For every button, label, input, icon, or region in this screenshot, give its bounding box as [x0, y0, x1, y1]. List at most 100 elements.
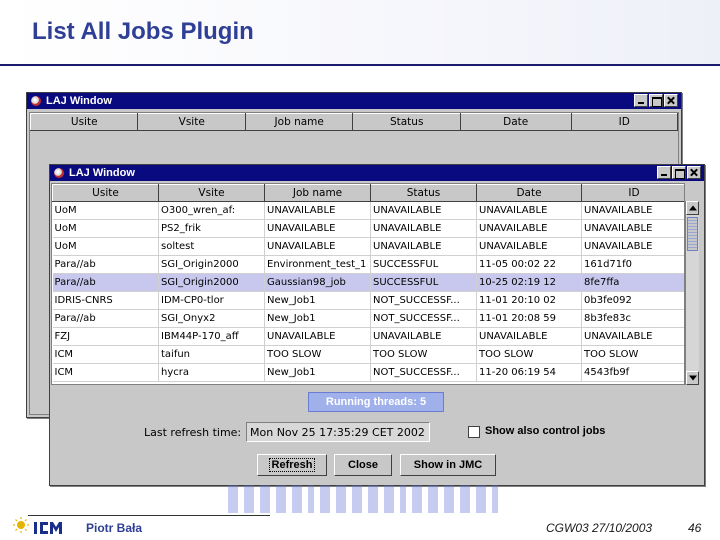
scroll-down-icon[interactable] [686, 371, 699, 385]
table-row[interactable]: FZJ IBM44P-170_aff UNAVAILABLE UNAVAILABLE U… [52, 327, 684, 346]
table-cell: New_Job1 [264, 291, 371, 310]
table-row[interactable]: IDRIS-CNRS IDM-CP0-tlor New_Job1 NOT_SUCCES… [52, 291, 684, 310]
table-header-row: Usite Vsite Job name Status Date ID [52, 184, 684, 202]
table-cell: UNAVAILABLE [476, 237, 582, 256]
column-header-id[interactable]: ID [581, 184, 684, 202]
column-header-usite[interactable]: Usite [30, 113, 139, 131]
table-row[interactable]: UoM PS2_frik UNAVAILABLE UNAVAILABLE UNAVAIL… [52, 219, 684, 238]
footer-conference: CGW03 27/10/2003 [546, 521, 653, 535]
table-cell: 161d71f0 [581, 255, 684, 274]
table-cell: 11-05 00:02 22 [476, 255, 582, 274]
window-titlebar[interactable]: LAJ Window [27, 93, 681, 109]
maximize-icon[interactable] [672, 166, 686, 179]
scroll-thumb[interactable] [687, 217, 698, 251]
table-row[interactable]: UoM soltest UNAVAILABLE UNAVAILABLE UNAVAILA… [52, 237, 684, 256]
scroll-up-icon[interactable] [686, 201, 699, 215]
table-cell: NOT_SUCCESSF... [370, 291, 477, 310]
window-titlebar[interactable]: LAJ Window [50, 165, 704, 181]
minimize-icon[interactable] [634, 94, 648, 107]
table-cell: FZJ [52, 327, 159, 346]
jobs-table: Usite Vsite Job name Status Date ID UoM O… [51, 183, 685, 385]
table-cell: NOT_SUCCESSF... [370, 363, 477, 382]
table-cell: TOO SLOW [264, 345, 371, 364]
table-cell: SGI_Onyx2 [158, 309, 265, 328]
table-cell: 4543fb9f [581, 363, 684, 382]
show-control-jobs-label[interactable]: Show also control jobs [485, 425, 605, 437]
table-cell: UNAVAILABLE [264, 237, 371, 256]
window-title: LAJ Window [69, 167, 135, 179]
table-cell: TOO SLOW [581, 345, 684, 364]
show-control-jobs-checkbox[interactable] [468, 426, 480, 438]
column-header-usite[interactable]: Usite [52, 184, 159, 202]
table-row[interactable]: ICM hycra New_Job1 NOT_SUCCESSF... 11-20 06:… [52, 363, 684, 382]
table-row[interactable]: Para//ab SGI_Onyx2 New_Job1 NOT_SUCCESSF...… [52, 309, 684, 328]
minimize-icon[interactable] [657, 166, 671, 179]
column-header-status[interactable]: Status [352, 113, 461, 131]
table-cell: IDM-CP0-tlor [158, 291, 265, 310]
table-cell: taifun [158, 345, 265, 364]
table-cell: ICM [52, 363, 159, 382]
table-cell: SGI_Origin2000 [158, 273, 265, 292]
running-threads-indicator: Running threads: 5 [308, 392, 444, 412]
table-cell: soltest [158, 237, 265, 256]
background-watermark [228, 485, 498, 513]
table-cell: Para//ab [52, 255, 159, 274]
table-cell: UNAVAILABLE [476, 327, 582, 346]
table-cell: UNAVAILABLE [264, 327, 371, 346]
table-cell: 10-25 02:19 12 [476, 273, 582, 292]
table-cell: hycra [158, 363, 265, 382]
table-cell: New_Job1 [264, 363, 371, 382]
table-cell: UNAVAILABLE [264, 201, 371, 220]
close-icon[interactable] [664, 94, 678, 107]
table-row[interactable]: Para//ab SGI_Origin2000 Environment_test_1… [52, 255, 684, 274]
last-refresh-field: Mon Nov 25 17:35:29 CET 2002 [246, 422, 430, 442]
page-number: 46 [688, 521, 702, 535]
column-header-job-name[interactable]: Job name [244, 113, 354, 131]
table-cell: UNAVAILABLE [581, 237, 684, 256]
table-cell: 11-01 20:10 02 [476, 291, 582, 310]
table-header-row: Usite Vsite Job name Status Date ID [30, 113, 678, 131]
table-row[interactable]: ICM taifun TOO SLOW TOO SLOW TOO SLOW TOO SLO… [52, 345, 684, 364]
table-cell: 0b3fe092 [581, 291, 684, 310]
close-button-label: Close [348, 459, 378, 471]
column-header-vsite[interactable]: Vsite [137, 113, 246, 131]
column-header-job-name[interactable]: Job name [264, 184, 371, 202]
show-in-jmc-button-label: Show in JMC [413, 459, 483, 471]
table-scrollbar[interactable] [685, 201, 699, 385]
table-cell: IBM44P-170_aff [158, 327, 265, 346]
table-cell: UNAVAILABLE [370, 201, 477, 220]
table-cell: UNAVAILABLE [370, 327, 477, 346]
table-cell: UNAVAILABLE [476, 201, 582, 220]
show-in-jmc-button[interactable]: Show in JMC [400, 454, 496, 476]
column-header-vsite[interactable]: Vsite [158, 184, 265, 202]
column-header-status[interactable]: Status [370, 184, 477, 202]
table-cell: NOT_SUCCESSF... [370, 309, 477, 328]
table-cell: 8b3fe83c [581, 309, 684, 328]
window-title: LAJ Window [46, 95, 112, 107]
table-row[interactable]: UoM O300_wren_af: UNAVAILABLE UNAVAILABLE UN… [52, 201, 684, 220]
maximize-icon[interactable] [649, 94, 663, 107]
table-cell: UNAVAILABLE [264, 219, 371, 238]
table-cell: SUCCESSFUL [370, 255, 477, 274]
close-button[interactable]: Close [334, 454, 392, 476]
table-cell: UNAVAILABLE [370, 237, 477, 256]
table-cell: New_Job1 [264, 309, 371, 328]
last-refresh-label: Last refresh time: [144, 426, 242, 439]
table-cell: TOO SLOW [370, 345, 477, 364]
table-cell: Gaussian98_job [264, 273, 371, 292]
refresh-button[interactable]: Refresh [257, 454, 327, 476]
column-header-date[interactable]: Date [459, 113, 572, 131]
table-cell: UNAVAILABLE [581, 201, 684, 220]
table-cell: 8fe7ffa [581, 273, 684, 292]
app-icon [30, 95, 42, 107]
table-cell: TOO SLOW [476, 345, 582, 364]
refresh-button-label: Refresh [268, 458, 316, 472]
column-header-id[interactable]: ID [570, 113, 678, 131]
table-cell: UoM [52, 201, 159, 220]
table-cell: SGI_Origin2000 [158, 255, 265, 274]
column-header-date[interactable]: Date [476, 184, 582, 202]
table-cell: UoM [52, 237, 159, 256]
footer-author: Piotr Bała [86, 521, 143, 535]
table-row[interactable]: Para//ab SGI_Origin2000 Gaussian98_job SUCC… [52, 273, 684, 292]
close-icon[interactable] [687, 166, 701, 179]
